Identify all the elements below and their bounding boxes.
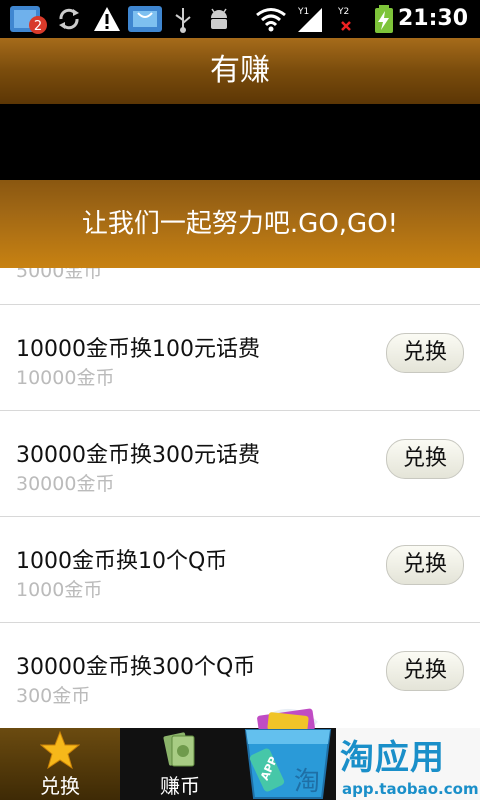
app-notification-icon: 2: [10, 6, 47, 34]
money-icon: [163, 732, 195, 767]
item-title: 1000金币换10个Q币: [16, 549, 228, 574]
watermark-brand: 淘应用: [340, 738, 445, 778]
battery-charging-icon: [375, 5, 393, 33]
sync-icon: [59, 8, 79, 30]
item-title: 10000金币换100元话费: [16, 337, 260, 362]
warning-icon: [94, 7, 120, 31]
svg-text:Y2: Y2: [337, 7, 349, 17]
page-title: 有赚: [0, 38, 480, 104]
tab-label: 赚币: [160, 774, 200, 798]
banner: 让我们一起努力吧.GO,GO!: [0, 180, 480, 268]
list-item: 5000金币: [0, 268, 480, 305]
tab-earn[interactable]: 赚币: [120, 728, 240, 800]
list-item: 30000金币换300元话费 30000金币 兑换: [0, 411, 480, 517]
notification-count: 2: [34, 19, 42, 34]
redeem-button[interactable]: 兑换: [386, 439, 464, 479]
list-item: 1000金币换10个Q币 1000金币 兑换: [0, 517, 480, 623]
item-cost: 300金币: [16, 685, 91, 707]
status-time: 21:30: [397, 6, 468, 31]
item-cost: 30000金币: [16, 473, 115, 495]
market-icon: [128, 6, 162, 32]
svg-text:淘: 淘: [294, 767, 320, 797]
item-cost: 10000金币: [16, 367, 115, 389]
usb-icon: [175, 8, 191, 33]
status-bar: 2 Y1 Y2 21:30: [0, 0, 480, 38]
tab-label: 兑换: [40, 774, 80, 798]
item-cost: 5000金币: [16, 268, 103, 282]
redeem-button[interactable]: 兑换: [386, 333, 464, 373]
item-title: 30000金币换300个Q币: [16, 655, 256, 680]
redeem-button[interactable]: 兑换: [386, 651, 464, 691]
android-debug-icon: [211, 8, 227, 29]
watermark-url: app.taobao.com: [342, 780, 479, 798]
taobao-watermark: 淘应用 app.taobao.com: [336, 728, 480, 800]
list-item: 10000金币换100元话费 10000金币 兑换: [0, 305, 480, 411]
star-icon: [40, 730, 80, 770]
tab-redeem[interactable]: 兑换: [0, 728, 120, 800]
signal-1-icon: Y1: [297, 7, 322, 32]
item-title: 30000金币换300元话费: [16, 443, 260, 468]
taobao-bag-icon: APP 淘: [244, 708, 332, 799]
wifi-icon: [256, 8, 286, 32]
item-cost: 1000金币: [16, 579, 103, 601]
svg-text:Y1: Y1: [297, 7, 309, 17]
redeem-button[interactable]: 兑换: [386, 545, 464, 585]
ad-area: [0, 104, 480, 180]
redeem-list[interactable]: 5000金币 10000金币换100元话费 10000金币 兑换 30000金币…: [0, 268, 480, 728]
signal-2-no-icon: Y2: [337, 7, 351, 31]
